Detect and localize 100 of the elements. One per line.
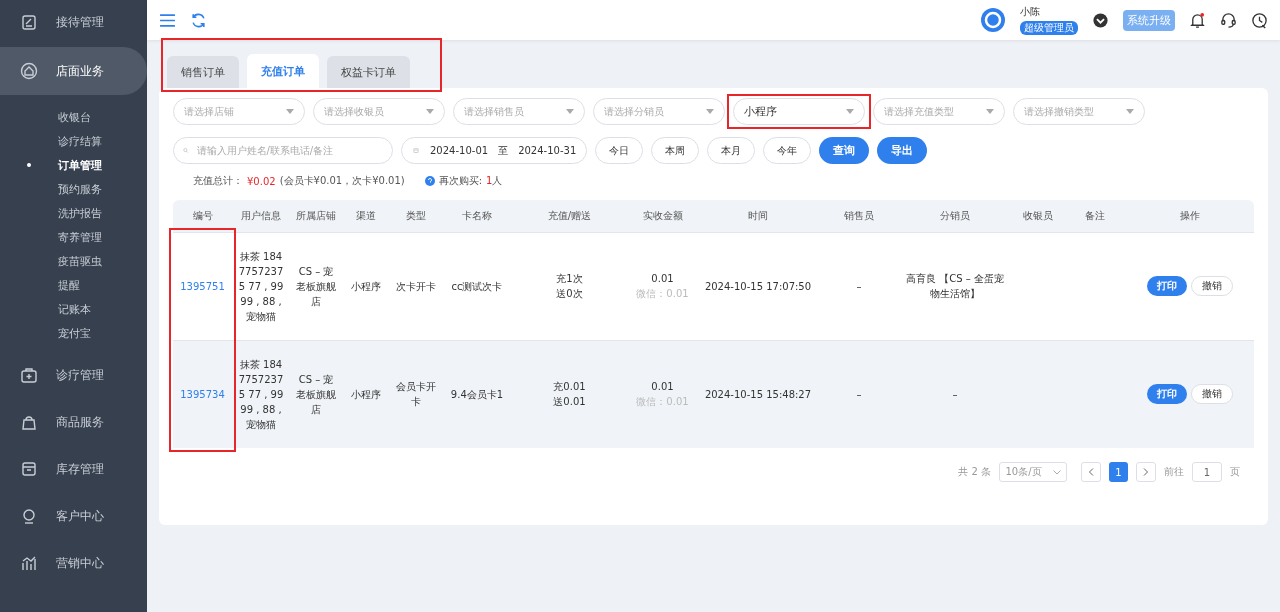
column-header: 编号: [173, 200, 232, 232]
column-header: 类型: [390, 200, 442, 232]
box-icon: [20, 460, 38, 478]
date-separator: 至: [498, 143, 509, 158]
table-cell-text: 0.01: [650, 272, 675, 286]
sidebar-item[interactable]: 店面业务: [0, 47, 147, 95]
sidebar-subitem[interactable]: 记账本: [0, 297, 147, 321]
page-button[interactable]: 1: [1109, 462, 1128, 482]
summary-detail: (会员卡¥0.01，次卡¥0.01): [279, 174, 405, 188]
summary-total: ¥0.02: [247, 175, 276, 187]
house-icon: [20, 62, 38, 80]
caret-icon: [846, 109, 854, 114]
column-header: 分销员: [900, 200, 1010, 232]
repeat-label: 再次购买:: [438, 174, 483, 188]
action-button[interactable]: 查询: [819, 137, 870, 164]
payment-note: 微信：0.01: [635, 287, 690, 301]
print-button[interactable]: 打印: [1146, 384, 1187, 405]
bag-icon: [20, 413, 38, 431]
table-cell: 2024-10-15 15:48:27: [698, 340, 818, 448]
user-icon: [20, 507, 38, 525]
sidebar-subitem[interactable]: 疫苗驱虫: [0, 249, 147, 273]
sidebar-subitem[interactable]: 订单管理: [0, 153, 147, 177]
help-icon: [424, 176, 435, 186]
caret-icon: [706, 109, 714, 114]
range-button[interactable]: 本周: [651, 137, 700, 164]
column-header: 操作: [1125, 200, 1254, 232]
total-count: 共 2 条: [958, 465, 991, 479]
medical-kit-icon: [20, 366, 38, 384]
tab[interactable]: 销售订单: [167, 56, 239, 88]
table-cell-text: 充0.01: [552, 380, 587, 395]
sidebar-item[interactable]: 库存管理: [0, 447, 147, 491]
column-header: 销售员: [818, 200, 900, 232]
column-header: 卡名称: [442, 200, 512, 232]
table-cell-text: 送0.01: [552, 395, 587, 410]
headset-icon[interactable]: [1220, 11, 1237, 29]
page-input[interactable]: 1: [1193, 463, 1221, 481]
chevron-left-icon: [1088, 468, 1094, 476]
sidebar-item[interactable]: 营销中心: [0, 541, 147, 585]
range-button[interactable]: 今日: [595, 137, 644, 164]
bell-icon[interactable]: [1189, 11, 1206, 29]
range-button[interactable]: 本月: [707, 137, 756, 164]
column-header: 用户信息: [232, 200, 290, 232]
tab[interactable]: 权益卡订单: [327, 56, 410, 88]
date-end: 2024-10-31: [518, 145, 577, 156]
revoke-button[interactable]: 撤销: [1190, 384, 1233, 405]
chart-icon: [20, 554, 38, 572]
table-cell: CS – 宠老板旗舰店: [290, 340, 342, 448]
search-input[interactable]: 请输入用户姓名/联系电话/备注: [194, 138, 384, 163]
sidebar-item[interactable]: 商品服务: [0, 400, 147, 444]
summary-label: 充值总计：: [193, 174, 243, 188]
page-unit: 页: [1230, 465, 1240, 479]
table-cell: 小程序: [342, 340, 390, 448]
sidebar-subitem[interactable]: 诊疗结算: [0, 129, 147, 153]
table-cell-text: 0.01: [650, 380, 675, 395]
sidebar-subitem[interactable]: 预约服务: [0, 177, 147, 201]
order-link[interactable]: 1395734: [180, 388, 225, 400]
order-link[interactable]: 1395751: [180, 280, 225, 292]
print-button[interactable]: 打印: [1146, 276, 1187, 296]
repeat-count: 1人: [486, 174, 503, 188]
clipboard-icon: [20, 13, 38, 31]
goto-label: 前往: [1164, 465, 1184, 479]
table-cell: 抹茶 18477572375 77 , 9999 , 88 , 宠物猫: [232, 340, 290, 448]
refresh-icon[interactable]: [190, 11, 207, 29]
sidebar-subitem[interactable]: 寄养管理: [0, 225, 147, 249]
table-cell: 9.4会员卡1: [442, 340, 512, 448]
user-name: 小陈: [1020, 5, 1040, 19]
dropdown-icon[interactable]: [1092, 11, 1109, 29]
sidebar-item[interactable]: 诊疗管理: [0, 353, 147, 397]
revoke-button[interactable]: 撤销: [1190, 276, 1233, 296]
column-header: 收银员: [1010, 200, 1065, 232]
column-header: 实收金额: [627, 200, 698, 232]
sidebar-subitem[interactable]: 提醒: [0, 273, 147, 297]
date-start: 2024-10-01: [430, 145, 489, 156]
action-button[interactable]: 导出: [877, 137, 928, 164]
active-dot: [27, 163, 31, 167]
sidebar-item[interactable]: 接待管理: [0, 0, 147, 44]
clock-icon[interactable]: [1251, 11, 1268, 29]
chevron-right-icon: [1143, 468, 1149, 476]
caret-icon: [426, 109, 434, 114]
calendar-icon: [412, 148, 420, 153]
caret-icon: [1126, 109, 1134, 114]
column-header: 所属店铺: [290, 200, 342, 232]
column-header: 渠道: [342, 200, 390, 232]
sidebar-subitem[interactable]: 收银台: [0, 105, 147, 129]
menu-icon[interactable]: [159, 11, 176, 29]
sidebar-subitem[interactable]: 宠付宝: [0, 321, 147, 345]
caret-icon: [286, 109, 294, 114]
table-cell: –: [818, 340, 900, 448]
caret-icon: [566, 109, 574, 114]
table-cell: –: [900, 340, 1010, 448]
sidebar-subitem[interactable]: 洗护报告: [0, 201, 147, 225]
sidebar-item[interactable]: 客户中心: [0, 494, 147, 538]
column-header: 时间: [698, 200, 818, 232]
range-button[interactable]: 今年: [763, 137, 812, 164]
avatar: [980, 7, 1006, 33]
search-icon: [182, 148, 190, 153]
tab[interactable]: 充值订单: [247, 54, 319, 88]
column-header: 备注: [1065, 200, 1125, 232]
table-cell: 会员卡开卡: [390, 340, 442, 448]
caret-icon: [1052, 469, 1061, 475]
